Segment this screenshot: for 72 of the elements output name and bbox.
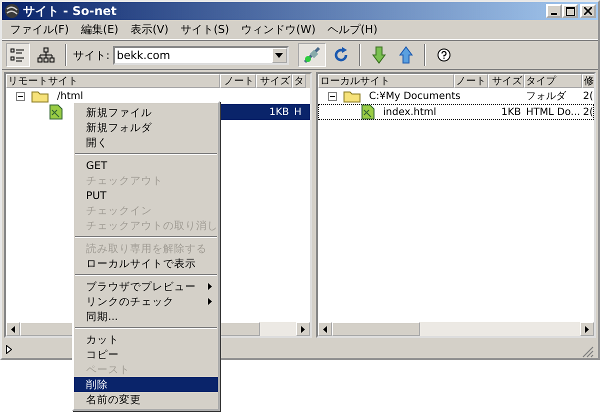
list-icon [10, 47, 26, 63]
left-arrow-icon [11, 326, 15, 332]
file-name[interactable]: index.html [381, 106, 438, 118]
scroll-left-button[interactable] [6, 322, 20, 336]
context-menu-item[interactable]: 新規フォルダ [74, 120, 218, 135]
menu-item[interactable]: ウィンドウ(W) [235, 22, 322, 37]
context-menu-item[interactable]: リンクのチェック [74, 294, 218, 309]
scrollbar-thumb[interactable] [332, 322, 420, 336]
file-date: 2( [582, 90, 594, 102]
context-menu-item[interactable]: 名前の変更 [74, 392, 218, 407]
left-arrow-icon [323, 326, 327, 332]
minimize-button[interactable] [546, 4, 562, 18]
tree-icon [37, 47, 55, 63]
context-menu-item[interactable]: ローカルサイトで表示 [74, 256, 218, 271]
file-type: HTML Do... [526, 106, 580, 118]
resize-grip-icon[interactable] [582, 346, 594, 358]
maximize-icon [566, 6, 574, 16]
close-icon [584, 7, 592, 15]
site-dropdown[interactable]: bekk.com [112, 46, 289, 64]
file-name[interactable]: C:¥My Documents [367, 90, 462, 102]
context-menu-item[interactable]: ブラウザでプレビュー [74, 279, 218, 294]
down-arrow-icon [372, 46, 386, 64]
column-header[interactable]: タイプ [524, 74, 582, 88]
file-name[interactable]: /html [55, 90, 86, 102]
context-menu-item[interactable]: 開く [74, 135, 218, 150]
scroll-right-button[interactable] [296, 322, 310, 336]
scroll-right-button[interactable] [580, 322, 594, 336]
connect-button[interactable] [298, 43, 326, 67]
context-menu-item[interactable]: コピー [74, 347, 218, 362]
plug-icon [302, 46, 322, 64]
file-type: フォルダ [526, 91, 566, 102]
column-header[interactable]: サイズ [488, 74, 524, 88]
context-menu-item[interactable]: 削除 [74, 377, 218, 392]
help-icon [436, 48, 451, 62]
site-label: サイト: [73, 48, 110, 62]
context-menu-item[interactable]: 同期... [74, 309, 218, 324]
column-header[interactable]: 修 [582, 74, 594, 88]
collapse-toggle-icon[interactable] [16, 92, 25, 100]
context-menu-item[interactable]: カット [74, 332, 218, 347]
menu-item[interactable]: サイト(S) [174, 22, 236, 37]
right-arrow-icon [585, 326, 589, 332]
html-file-icon [361, 104, 375, 120]
column-header[interactable]: タ [292, 74, 306, 88]
menu-item[interactable]: ファイル(F) [4, 22, 75, 37]
column-header[interactable]: リモートサイト [6, 74, 220, 88]
caret-icon [275, 52, 284, 58]
scroll-left-button[interactable] [318, 322, 332, 336]
collapse-toggle-icon[interactable] [328, 92, 337, 100]
horizontal-scrollbar[interactable] [318, 322, 594, 336]
menu-item[interactable]: 表示(V) [124, 22, 175, 37]
column-header[interactable]: ノート [220, 74, 256, 88]
html-file-icon [49, 104, 63, 120]
close-button[interactable] [580, 4, 596, 18]
refresh-icon [332, 47, 349, 63]
right-arrow-icon [301, 326, 305, 332]
context-menu-item[interactable]: GET [74, 158, 218, 173]
menu-item[interactable]: 編集(E) [74, 22, 124, 37]
window-title: サイト - So-net [23, 2, 118, 20]
file-date: 2( [582, 106, 594, 118]
expand-triangle-icon[interactable] [6, 344, 12, 354]
context-menu-item[interactable]: 新規ファイル [74, 105, 218, 120]
globe-icon [4, 3, 20, 19]
column-header[interactable]: サイズ [256, 74, 292, 88]
menu-item[interactable]: ヘルプ(H) [322, 22, 384, 37]
view-toggle-button[interactable] [6, 43, 30, 67]
maximize-button[interactable] [562, 4, 578, 18]
column-header[interactable]: ノート [454, 74, 488, 88]
context-menu-item[interactable]: PUT [74, 188, 218, 203]
file-size: 1KB [501, 106, 521, 118]
up-arrow-icon [398, 46, 413, 64]
column-header[interactable]: ローカルサイト [318, 74, 454, 88]
selected-row[interactable]: 1KB H [220, 104, 310, 120]
